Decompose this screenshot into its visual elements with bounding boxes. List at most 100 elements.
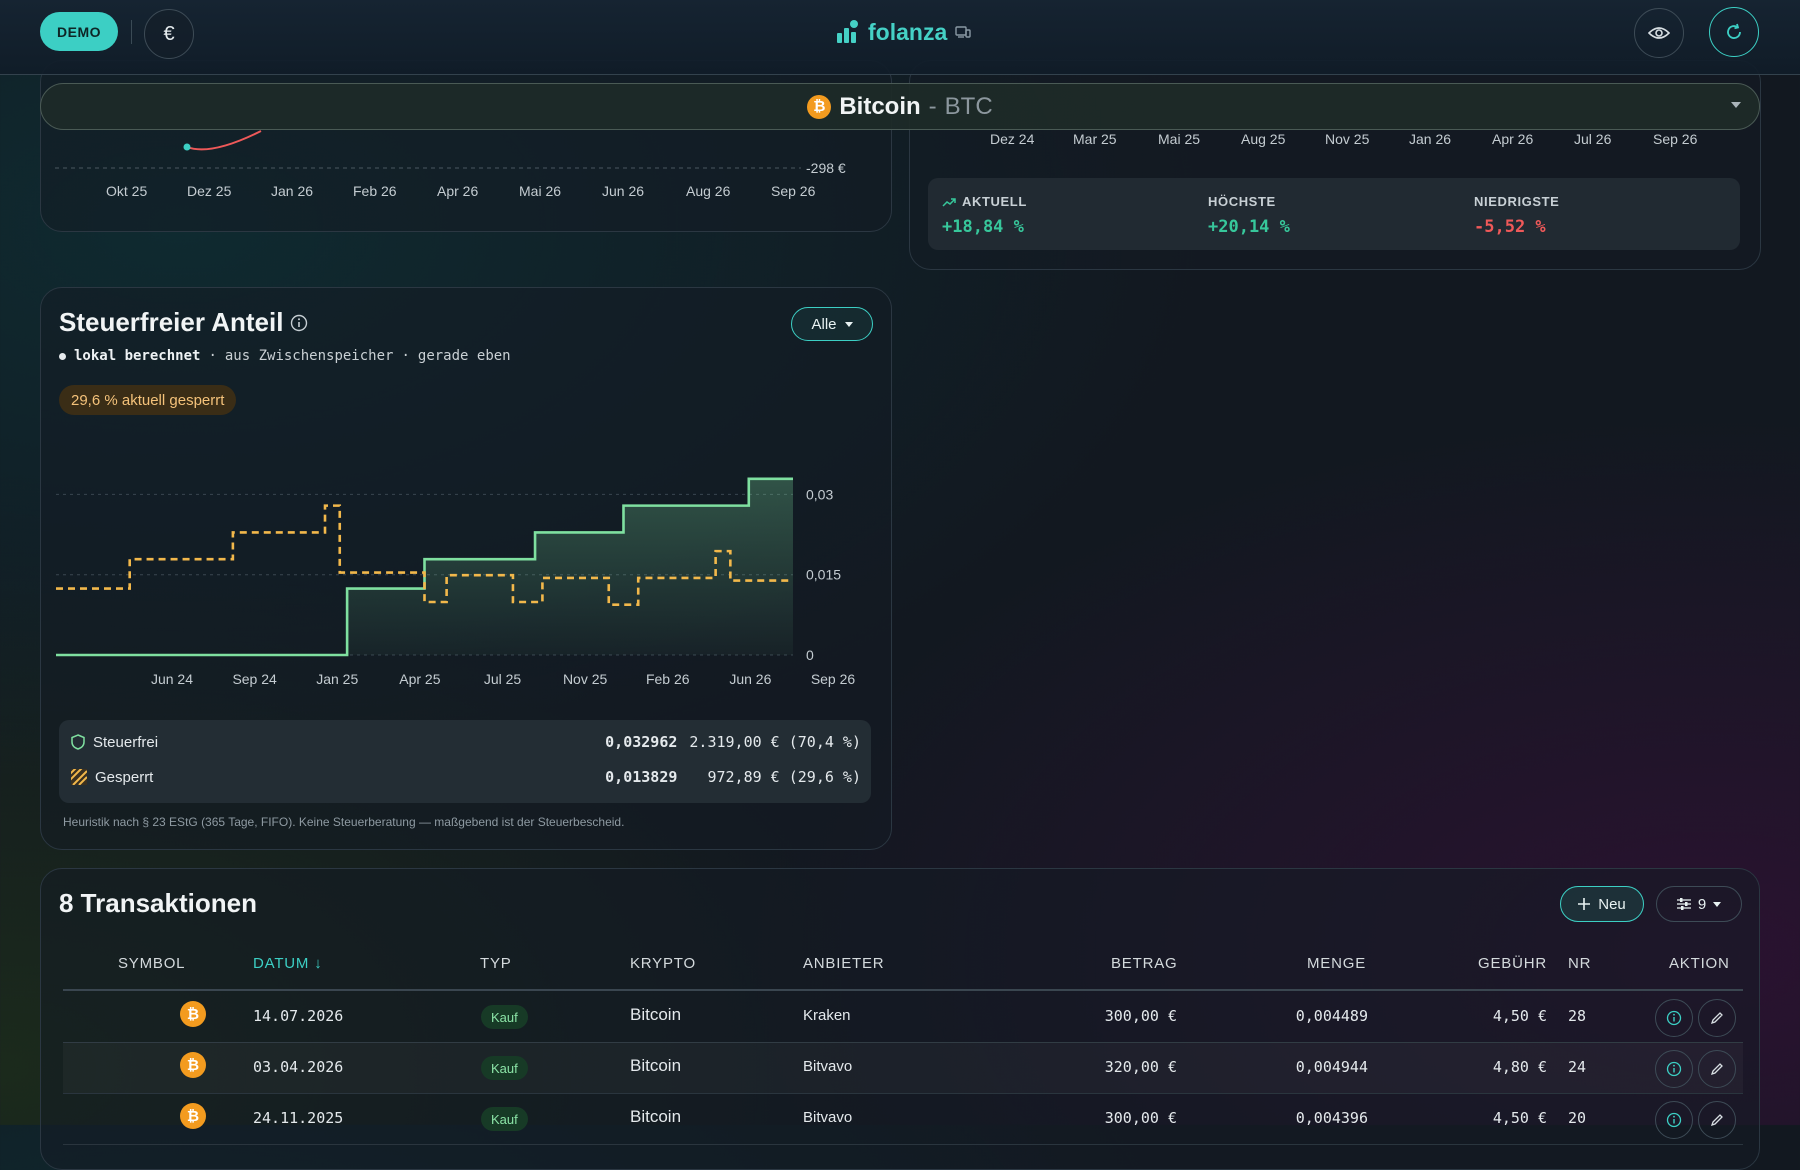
performance-metrics: AKTUELL +18,84 % HÖCHSTE +20,14 % NIEDRI…	[928, 178, 1740, 250]
cell-crypto: Bitcoin	[630, 1005, 682, 1024]
pencil-icon	[1710, 1012, 1723, 1025]
cell-nr: 24	[1568, 1058, 1587, 1076]
bitcoin-icon: ₿	[807, 94, 832, 119]
chevron-down-icon	[844, 321, 853, 327]
table-row[interactable]: ₿ 24.11.2025 Kauf Bitcoin Bitvavo 300,00…	[63, 1093, 1743, 1145]
column-header-nr[interactable]: NR	[1568, 955, 1591, 972]
calc-status: lokal berechnet · aus Zwischenspeicher ·…	[59, 348, 511, 364]
period-filter-dropdown[interactable]: Alle	[791, 307, 873, 341]
privacy-toggle-button[interactable]	[1634, 8, 1684, 58]
x-tick: Mai 26	[519, 183, 562, 199]
x-tick: Sep 26	[1653, 131, 1698, 147]
x-tick: Jan 26	[1409, 131, 1452, 147]
cell-quantity: 0,004489	[1295, 1007, 1368, 1025]
type-badge: Kauf	[481, 1107, 528, 1131]
currency-button[interactable]: €	[144, 9, 194, 59]
brand-logo: folanza	[836, 14, 971, 50]
y-axis-label: -298 €	[806, 160, 846, 176]
metric-label: NIEDRIGSTE	[1474, 194, 1560, 209]
edit-button[interactable]	[1698, 1050, 1736, 1088]
info-icon	[1666, 1010, 1682, 1026]
brand-name: folanza	[868, 18, 948, 45]
y-tick-label: 0,03	[806, 486, 833, 502]
refresh-icon	[1727, 23, 1741, 39]
new-transaction-button[interactable]: Neu	[1560, 886, 1644, 922]
euro-icon: €	[163, 22, 175, 45]
legend-label: Gesperrt	[95, 768, 154, 786]
cell-nr: 28	[1568, 1007, 1587, 1025]
x-tick-label: Jun 24	[151, 671, 193, 687]
metric-label: HÖCHSTE	[1208, 194, 1276, 209]
status-cache: aus Zwischenspeicher	[224, 348, 394, 364]
column-header-provider[interactable]: ANBIETER	[803, 955, 884, 972]
info-icon[interactable]	[290, 314, 308, 332]
cell-fee: 4,50 €	[1492, 1109, 1547, 1127]
x-tick: Jun 26	[602, 183, 645, 199]
cell-date: 24.11.2025	[253, 1109, 344, 1127]
asset-selector[interactable]: ₿ Bitcoin - BTC	[40, 83, 1760, 130]
bitcoin-icon: ₿	[180, 1052, 206, 1078]
column-header-fee[interactable]: GEBÜHR	[1478, 955, 1547, 972]
x-tick: Nov 25	[1325, 131, 1370, 147]
bitcoin-icon: ₿	[180, 1001, 206, 1027]
cell-provider: Kraken	[803, 1007, 851, 1024]
metric-highest: HÖCHSTE +20,14 %	[1208, 194, 1290, 237]
status-separator: ·	[208, 348, 217, 364]
locked-share-badge: 29,6 % aktuell gesperrt	[59, 385, 237, 415]
legend-amount: 0,013829	[605, 768, 678, 786]
table-row[interactable]: ₿ 14.07.2026 Kauf Bitcoin Kraken 300,00 …	[63, 991, 1743, 1043]
refresh-button[interactable]	[1709, 7, 1759, 57]
x-tick: Jan 26	[271, 183, 314, 199]
details-button[interactable]	[1655, 999, 1693, 1037]
cell-quantity: 0,004396	[1295, 1109, 1368, 1127]
type-badge: Kauf	[481, 1005, 528, 1029]
info-icon	[1666, 1061, 1682, 1077]
cell-amount: 320,00 €	[1104, 1058, 1177, 1076]
edit-button[interactable]	[1698, 999, 1736, 1037]
tax-free-step-chart: 00,0150,030,0468Jun 24Sep 24Jan 25Apr 25…	[56, 477, 855, 687]
bitcoin-icon: ₿	[180, 1103, 206, 1129]
legend-label: Steuerfrei	[93, 733, 159, 751]
trend-up-icon	[942, 197, 956, 207]
column-filter-button[interactable]: 9	[1656, 886, 1742, 922]
demo-button[interactable]: DEMO	[40, 12, 118, 51]
cell-quantity: 0,004944	[1295, 1058, 1368, 1076]
cell-date: 14.07.2026	[253, 1007, 344, 1025]
column-header-date[interactable]: DATUM ↓	[253, 955, 323, 972]
tax-free-share-card: Steuerfreier Anteil Alle lokal berechnet…	[40, 287, 892, 850]
edit-button[interactable]	[1698, 1101, 1736, 1139]
cell-provider: Bitvavo	[803, 1109, 853, 1126]
x-tick-label: Jan 25	[316, 671, 358, 687]
metric-lowest: NIEDRIGSTE -5,52 %	[1474, 194, 1559, 237]
new-button-label: Neu	[1598, 895, 1626, 913]
x-tick: Jul 26	[1574, 131, 1612, 147]
plus-icon	[1578, 898, 1591, 910]
column-header-amount[interactable]: BETRAG	[1111, 955, 1177, 972]
status-source: lokal berechnet	[74, 348, 201, 364]
status-separator: ·	[401, 348, 410, 364]
metric-value: +20,14 %	[1208, 217, 1290, 237]
details-button[interactable]	[1655, 1101, 1693, 1139]
column-header-crypto[interactable]: KRYPTO	[630, 955, 696, 972]
x-tick: Feb 26	[353, 183, 397, 199]
table-row[interactable]: ₿ 03.04.2026 Kauf Bitcoin Bitvavo 320,00…	[63, 1042, 1743, 1094]
legend-amount: 0,032962	[605, 733, 678, 751]
x-tick-label: Sep 24	[232, 671, 277, 687]
column-header-type[interactable]: TYP	[480, 955, 512, 972]
cell-fee: 4,80 €	[1492, 1058, 1547, 1076]
details-button[interactable]	[1655, 1050, 1693, 1088]
metric-label: AKTUELL	[962, 194, 1027, 209]
tax-disclaimer: Heuristik nach § 23 EStG (365 Tage, FIFO…	[63, 815, 625, 829]
metric-current: AKTUELL +18,84 %	[942, 194, 1027, 237]
x-tick: Apr 26	[437, 183, 479, 199]
asset-name: Bitcoin	[839, 92, 921, 120]
status-dot-icon	[59, 352, 66, 360]
device-icon	[955, 26, 971, 38]
legend-values: 0,013829 972,89 € (29,6 %)	[605, 768, 861, 786]
x-tick: Okt 25	[106, 183, 148, 199]
column-header-symbol[interactable]: SYMBOL	[118, 955, 185, 972]
asset-separator: -	[928, 92, 937, 120]
column-header-quantity[interactable]: MENGE	[1307, 955, 1366, 972]
x-tick-label: Feb 26	[646, 671, 690, 687]
arrow-down-icon: ↓	[314, 955, 323, 972]
